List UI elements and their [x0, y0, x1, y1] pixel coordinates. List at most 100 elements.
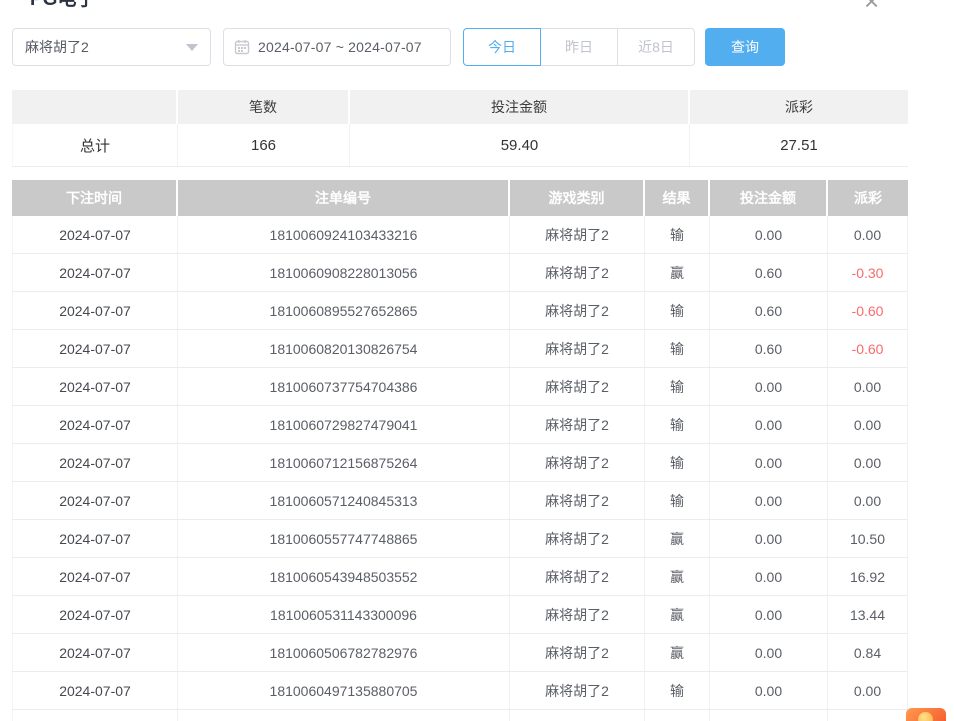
table-row: 2024-07-07 1810060497135880705 麻将胡了2 输 0… [12, 672, 908, 710]
cell-bet-id: 1810060543948503552 [178, 558, 510, 595]
query-button[interactable]: 查询 [705, 28, 785, 66]
close-icon[interactable]: × [864, 0, 879, 17]
cell-bet-time: 2024-07-07 [12, 482, 178, 519]
table-row: 2024-07-07 1810060895527652865 麻将胡了2 输 0… [12, 292, 908, 330]
cell-game-type: 麻将胡了2 [510, 558, 645, 595]
red-packet-icon[interactable] [906, 708, 946, 721]
cell-payout: -0.30 [828, 254, 908, 291]
cell-bet-amount: 0.00 [710, 558, 828, 595]
cell-result: 输 [645, 216, 710, 253]
col-header-game-type: 游戏类别 [510, 180, 645, 216]
cell-game-type: 麻将胡了2 [510, 292, 645, 329]
cell-bet-time: 2024-07-07 [12, 558, 178, 595]
cell-bet-time: 2024-07-07 [12, 292, 178, 329]
cell-bet-amount: 0.00 [710, 482, 828, 519]
summary-header-bet-amount: 投注金额 [350, 90, 690, 124]
table-row: 2024-07-07 1810060924103433216 麻将胡了2 输 0… [12, 216, 908, 254]
cell-game-type: 麻将胡了2 [510, 482, 645, 519]
cell-bet-time: 2024-07-07 [12, 368, 178, 405]
quick-range-group: 今日 昨日 近8日 [463, 28, 695, 66]
cell-bet-time: 2024-07-07 [12, 216, 178, 253]
cell-bet-amount: 0.00 [710, 406, 828, 443]
cell-game-type: 麻将胡了2 [510, 634, 645, 671]
table-row: 2024-07-07 1810060543948503552 麻将胡了2 赢 0… [12, 558, 908, 596]
cell-bet-time: 2024-07-07 [12, 254, 178, 291]
cell-bet-amount: 0.00 [710, 596, 828, 633]
bet-records-table: 下注时间 注单编号 游戏类别 结果 投注金额 派彩 2024-07-07 181… [12, 180, 908, 721]
cell-bet-amount: 0.00 [710, 368, 828, 405]
cell-payout: 0.00 [828, 406, 908, 443]
cell-payout: 0.84 [828, 634, 908, 671]
col-header-result: 结果 [645, 180, 710, 216]
cell-bet-id: 1810060497135880705 [178, 672, 510, 709]
cell-payout: 0.00 [828, 216, 908, 253]
cell-result: 赢 [645, 254, 710, 291]
coin-icon [918, 712, 933, 721]
cell-bet-time: 2024-07-07 [12, 672, 178, 709]
cell-bet-id: 1810060506782782976 [178, 634, 510, 671]
cell-bet-id: 1810060924103433216 [178, 216, 510, 253]
cell-bet-id: 1810060895527652865 [178, 292, 510, 329]
cell-bet-amount: 0.00 [710, 444, 828, 481]
cell-payout: 13.44 [828, 596, 908, 633]
game-select[interactable]: 麻将胡了2 [12, 28, 211, 66]
cell-result: 输 [645, 406, 710, 443]
table-row-partial [12, 710, 908, 721]
cell-payout: 10.50 [828, 520, 908, 557]
cell-game-type: 麻将胡了2 [510, 330, 645, 367]
cell-bet-amount: 0.00 [710, 520, 828, 557]
cell-game-type: 麻将胡了2 [510, 254, 645, 291]
cell-payout: 0.00 [828, 482, 908, 519]
cell-payout: 16.92 [828, 558, 908, 595]
cell-bet-id: 1810060729827479041 [178, 406, 510, 443]
cell-bet-id: 1810060531143300096 [178, 596, 510, 633]
cell-result: 输 [645, 368, 710, 405]
cell-result: 输 [645, 672, 710, 709]
cell-game-type: 麻将胡了2 [510, 672, 645, 709]
cell-result: 输 [645, 292, 710, 329]
cell-game-type: 麻将胡了2 [510, 368, 645, 405]
summary-header-payout: 派彩 [690, 90, 908, 124]
table-row: 2024-07-07 1810060908228013056 麻将胡了2 赢 0… [12, 254, 908, 292]
cell-bet-amount: 0.00 [710, 216, 828, 253]
filter-toolbar: 麻将胡了2 2024-07-07 ~ 2024-07-07 今日 昨日 近8日 … [12, 28, 785, 66]
quick-range-button-yesterday[interactable]: 昨日 [540, 28, 618, 66]
summary-total-count: 166 [178, 124, 350, 166]
date-range-picker[interactable]: 2024-07-07 ~ 2024-07-07 [223, 28, 451, 66]
cell-bet-id: 1810060712156875264 [178, 444, 510, 481]
cell-payout: 0.00 [828, 444, 908, 481]
table-row: 2024-07-07 1810060712156875264 麻将胡了2 输 0… [12, 444, 908, 482]
cell-result: 输 [645, 482, 710, 519]
game-select-value: 麻将胡了2 [25, 37, 89, 57]
cell-bet-time: 2024-07-07 [12, 444, 178, 481]
table-row: 2024-07-07 1810060571240845313 麻将胡了2 输 0… [12, 482, 908, 520]
cell-bet-time: 2024-07-07 [12, 330, 178, 367]
table-row: 2024-07-07 1810060506782782976 麻将胡了2 赢 0… [12, 634, 908, 672]
col-header-bet-id: 注单编号 [178, 180, 510, 216]
cell-result: 赢 [645, 596, 710, 633]
cell-bet-amount: 0.60 [710, 330, 828, 367]
cell-result: 赢 [645, 558, 710, 595]
quick-range-button-today[interactable]: 今日 [463, 28, 541, 66]
table-row: 2024-07-07 1810060557747748865 麻将胡了2 赢 0… [12, 520, 908, 558]
cell-game-type: 麻将胡了2 [510, 406, 645, 443]
quick-range-button-last8days[interactable]: 近8日 [617, 28, 695, 66]
cell-game-type: 麻将胡了2 [510, 596, 645, 633]
cell-bet-id: 1810060908228013056 [178, 254, 510, 291]
page-title: PG电子 [30, 0, 95, 11]
cell-result: 输 [645, 444, 710, 481]
summary-total-bet-amount: 59.40 [350, 124, 690, 166]
summary-table: 笔数 投注金额 派彩 总计 166 59.40 27.51 [12, 90, 908, 167]
betting-records-dialog: PG电子 × 麻将胡了2 2024-07-07 ~ 2024-07-07 今日 … [0, 0, 954, 721]
table-row: 2024-07-07 1810060729827479041 麻将胡了2 输 0… [12, 406, 908, 444]
cell-result: 赢 [645, 520, 710, 557]
cell-bet-id: 1810060557747748865 [178, 520, 510, 557]
date-range-value: 2024-07-07 ~ 2024-07-07 [258, 39, 422, 55]
cell-game-type: 麻将胡了2 [510, 444, 645, 481]
cell-payout: 0.00 [828, 368, 908, 405]
cell-result: 输 [645, 330, 710, 367]
bet-table-body: 2024-07-07 1810060924103433216 麻将胡了2 输 0… [12, 216, 908, 710]
summary-header-count: 笔数 [178, 90, 350, 124]
col-header-bet-amount: 投注金额 [710, 180, 828, 216]
cell-payout: -0.60 [828, 330, 908, 367]
